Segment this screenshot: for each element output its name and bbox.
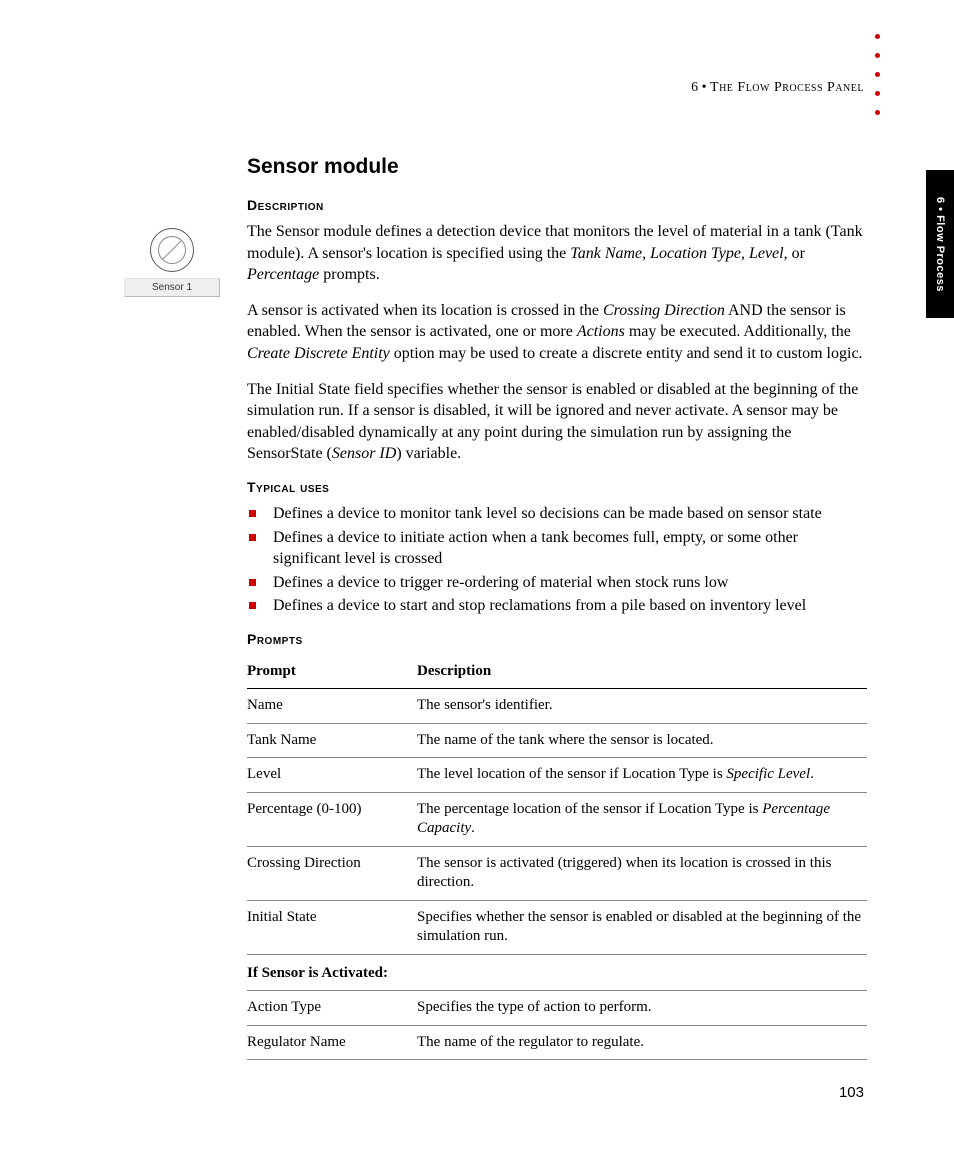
list-item: Defines a device to initiate action when…: [273, 527, 867, 570]
cell-prompt: Name: [247, 689, 417, 724]
side-tab: 6 • Flow Process: [926, 170, 954, 318]
text: prompts.: [319, 266, 379, 283]
table-row: Level The level location of the sensor i…: [247, 758, 867, 793]
cell-prompt: Crossing Direction: [247, 846, 417, 900]
emphasis: Create Discrete Entity: [247, 345, 390, 362]
table-row: Regulator Name The name of the regulator…: [247, 1025, 867, 1060]
page: 6 • The Flow Process Panel 6 • Flow Proc…: [0, 0, 954, 1163]
content-area: Sensor module Description The Sensor mod…: [247, 155, 867, 1060]
cell-description: Specifies whether the sensor is enabled …: [417, 900, 867, 954]
text: may be executed. Additionally, the: [625, 323, 851, 340]
cell-prompt: Tank Name: [247, 723, 417, 758]
list-item: Defines a device to start and stop recla…: [273, 595, 867, 617]
table-row: Crossing Direction The sensor is activat…: [247, 846, 867, 900]
emphasis: Actions: [577, 323, 625, 340]
description-paragraph-3: The Initial State field specifies whethe…: [247, 379, 867, 465]
section-title: Sensor module: [247, 155, 867, 179]
prompts-table: Prompt Description Name The sensor's ide…: [247, 655, 867, 1061]
text: , or: [784, 245, 805, 262]
text: .: [471, 820, 475, 836]
text: The sensor's identifier.: [417, 697, 553, 713]
emphasis: Location Type: [650, 245, 741, 262]
sensor-figure-caption: Sensor 1: [124, 278, 220, 297]
text: ,: [741, 245, 749, 262]
text: .: [810, 766, 814, 782]
description-heading: Description: [247, 197, 867, 213]
text: Specifies the type of action to perform.: [417, 999, 652, 1015]
cell-description: The sensor's identifier.: [417, 689, 867, 724]
chapter-title: The Flow Process Panel: [710, 80, 864, 95]
text: A sensor is activated when its location …: [247, 302, 603, 319]
cell-prompt: Level: [247, 758, 417, 793]
table-header-row: Prompt Description: [247, 655, 867, 689]
emphasis: Sensor ID: [332, 445, 396, 462]
text: The percentage location of the sensor if…: [417, 801, 762, 817]
text: option may be used to create a discrete …: [390, 345, 863, 362]
text: The sensor is activated (triggered) when…: [417, 855, 831, 891]
cell-prompt: Percentage (0-100): [247, 792, 417, 846]
sensor-module-figure: Sensor 1: [124, 228, 220, 297]
list-item: Defines a device to trigger re-ordering …: [273, 572, 867, 594]
cell-prompt: Action Type: [247, 991, 417, 1026]
section-label: If Sensor is Activated:: [247, 954, 867, 991]
table-row: Percentage (0-100) The percentage locati…: [247, 792, 867, 846]
text: The name of the tank where the sensor is…: [417, 732, 714, 748]
cell-description: The level location of the sensor if Loca…: [417, 758, 867, 793]
cell-description: Specifies the type of action to perform.: [417, 991, 867, 1026]
description-paragraph-2: A sensor is activated when its location …: [247, 300, 867, 365]
cell-prompt: Regulator Name: [247, 1025, 417, 1060]
page-number: 103: [839, 1084, 864, 1101]
side-tab-text: 6 • Flow Process: [934, 197, 946, 292]
cell-description: The percentage location of the sensor if…: [417, 792, 867, 846]
text: The name of the regulator to regulate.: [417, 1034, 644, 1050]
col-prompt: Prompt: [247, 655, 417, 689]
table-row: Initial State Specifies whether the sens…: [247, 900, 867, 954]
col-description: Description: [417, 655, 867, 689]
page-header: 6 • The Flow Process Panel: [247, 80, 864, 96]
typical-uses-heading: Typical uses: [247, 479, 867, 495]
description-paragraph-1: The Sensor module defines a detection de…: [247, 221, 867, 286]
list-item: Defines a device to monitor tank level s…: [273, 503, 867, 525]
cell-description: The sensor is activated (triggered) when…: [417, 846, 867, 900]
text: ) variable.: [396, 445, 461, 462]
table-row: Name The sensor's identifier.: [247, 689, 867, 724]
emphasis: Specific Level: [726, 766, 810, 782]
emphasis: Percentage: [247, 266, 319, 283]
text: The level location of the sensor if Loca…: [417, 766, 726, 782]
cell-description: The name of the regulator to regulate.: [417, 1025, 867, 1060]
table-row: Tank Name The name of the tank where the…: [247, 723, 867, 758]
text: Specifies whether the sensor is enabled …: [417, 909, 861, 945]
sensor-icon: [150, 228, 194, 272]
emphasis: Tank Name: [570, 245, 642, 262]
decorative-dots: [875, 34, 880, 115]
cell-prompt: Initial State: [247, 900, 417, 954]
emphasis: Crossing Direction: [603, 302, 725, 319]
prompts-heading: Prompts: [247, 631, 867, 647]
table-section-row: If Sensor is Activated:: [247, 954, 867, 991]
text: ,: [642, 245, 650, 262]
cell-description: The name of the tank where the sensor is…: [417, 723, 867, 758]
emphasis: Level: [749, 245, 784, 262]
table-row: Action Type Specifies the type of action…: [247, 991, 867, 1026]
separator: •: [698, 80, 710, 95]
typical-uses-list: Defines a device to monitor tank level s…: [247, 503, 867, 617]
